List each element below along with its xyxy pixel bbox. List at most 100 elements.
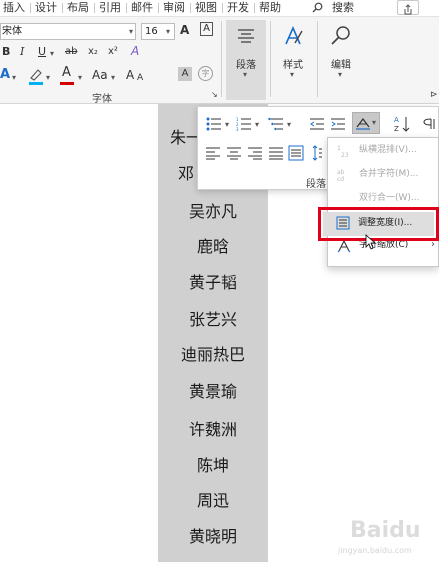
group-divider [317, 21, 318, 97]
highlight-pen-icon[interactable] [28, 67, 44, 85]
chevron-down-icon[interactable]: ▾ [287, 120, 291, 129]
mouse-cursor-icon [365, 234, 375, 250]
editing-button[interactable]: 编辑 ▾ [321, 20, 361, 100]
menu-item-fit-text[interactable]: 调整宽度(I)... [323, 212, 434, 236]
search-icon [312, 2, 323, 13]
watermark-url: jingyan.baidu.com [338, 546, 412, 555]
chevron-down-icon: ▾ [372, 118, 377, 127]
menu-item-label: 合并字符(M)... [359, 169, 419, 179]
watermark-logo-text: Baidu [350, 518, 421, 543]
svg-text:23: 23 [341, 152, 349, 158]
font-color-icon[interactable]: A [62, 66, 71, 80]
chevron-down-icon[interactable]: ▾ [255, 120, 259, 129]
chevron-down-icon[interactable]: ▾ [129, 27, 133, 36]
chevron-down-icon[interactable]: ▾ [225, 120, 229, 129]
sort-icon[interactable]: A Z [394, 115, 410, 133]
char-border-icon[interactable]: A [200, 22, 213, 36]
styles-button[interactable]: 样式 ▾ [273, 20, 313, 100]
multilevel-list-icon[interactable] [268, 117, 284, 131]
list-item: 许魏洲 [188, 420, 237, 439]
strikethrough-icon[interactable]: ab [65, 45, 77, 59]
show-marks-icon[interactable] [422, 117, 438, 131]
vertical-in-horizontal-icon: 1 23 [337, 145, 349, 158]
watermark: Baidu jingyan.baidu.com [328, 516, 432, 556]
distributed-icon[interactable] [288, 145, 304, 161]
ribbon-tab-bar: 插入 设计 布局 引用 邮件 审阅 视图 开发 帮助 搜索 [0, 0, 439, 17]
fit-text-icon [336, 216, 350, 230]
decrease-indent-icon[interactable] [310, 117, 324, 131]
svg-text:1: 1 [337, 145, 341, 152]
tab-separator [30, 3, 31, 13]
styles-icon [285, 26, 303, 45]
tab-help[interactable]: 帮助 [259, 0, 281, 16]
paragraph-button[interactable]: 段落 ▾ [226, 20, 266, 100]
chevron-down-icon[interactable]: ▾ [166, 27, 170, 36]
tab-separator [158, 3, 159, 13]
tab-view[interactable]: 视图 [195, 0, 217, 16]
menu-item-label: 调整宽度(I)... [358, 218, 413, 228]
search-box[interactable]: 搜索 [312, 0, 354, 16]
clear-format-icon[interactable]: A [131, 44, 139, 58]
group-divider [270, 21, 271, 97]
tab-mailings[interactable]: 邮件 [131, 0, 153, 16]
underline-icon[interactable]: U [38, 45, 46, 59]
shrink-font-icon[interactable]: A [137, 71, 143, 85]
chevron-down-icon[interactable]: ▾ [50, 49, 54, 58]
tab-separator [126, 3, 127, 13]
tab-design[interactable]: 设计 [35, 0, 57, 16]
grow-font-icon[interactable]: A [126, 68, 134, 82]
group-divider [221, 21, 222, 97]
list-item: 周迅 [196, 491, 229, 510]
tab-separator [62, 3, 63, 13]
subscript-icon[interactable]: x₂ [88, 45, 98, 59]
chevron-down-icon: ▾ [338, 70, 343, 79]
line-spacing-icon[interactable] [312, 145, 322, 161]
grow-font-icon[interactable]: A [180, 23, 189, 37]
font-group-label: 字体 [92, 94, 112, 105]
tab-developer[interactable]: 开发 [227, 0, 249, 16]
change-case-icon[interactable]: Aa [92, 68, 108, 82]
align-center-icon[interactable] [227, 147, 241, 160]
bullets-icon[interactable] [206, 117, 222, 131]
text-effects-icon[interactable]: A [0, 68, 10, 82]
justify-icon[interactable] [269, 147, 283, 160]
chevron-down-icon[interactable]: ▾ [78, 73, 82, 82]
highlight-box: 调整宽度(I)... [318, 207, 439, 241]
numbering-icon[interactable]: 1 2 3 [236, 117, 252, 131]
align-right-icon[interactable] [248, 147, 262, 160]
search-label: 搜索 [332, 1, 354, 14]
tab-separator [222, 3, 223, 13]
superscript-icon[interactable]: x² [108, 45, 118, 59]
share-icon [404, 4, 412, 15]
combine-characters-icon: ab cd [337, 169, 345, 182]
tab-insert[interactable]: 插入 [3, 0, 25, 16]
chevron-down-icon[interactable]: ▾ [46, 73, 50, 82]
styles-label: 样式 [283, 60, 303, 71]
list-item: 陈坤 [196, 456, 229, 475]
tab-references[interactable]: 引用 [99, 0, 121, 16]
asian-layout-menu: 1 23 纵横混排(V)... ab cd 合并字符(M)... 双行合一(W)… [327, 137, 439, 267]
tab-review[interactable]: 审阅 [163, 0, 185, 16]
share-button[interactable] [397, 0, 419, 15]
menu-item-label: 双行合一(W)... [359, 193, 420, 203]
svg-text:cd: cd [337, 176, 344, 182]
asian-layout-button[interactable]: ▾ [352, 112, 380, 134]
menu-item-combine-characters[interactable]: ab cd 合并字符(M)... [328, 164, 439, 186]
tab-layout[interactable]: 布局 [67, 0, 89, 16]
align-left-icon[interactable] [206, 147, 220, 160]
search-icon [331, 26, 350, 45]
increase-indent-icon[interactable] [331, 117, 345, 131]
font-name-box[interactable]: 宋体 [0, 23, 136, 40]
char-shading-icon[interactable]: A [178, 67, 192, 81]
enclose-char-icon[interactable]: 字 [198, 66, 213, 81]
chevron-down-icon[interactable]: ▾ [12, 73, 16, 82]
menu-item-vertical-in-horizontal[interactable]: 1 23 纵横混排(V)... [328, 140, 439, 162]
bold-icon[interactable]: B [2, 45, 10, 59]
list-item: 黄子韬 [188, 273, 237, 292]
collapse-ribbon-icon[interactable]: ⊳ [430, 90, 438, 100]
paragraph-icon [238, 29, 254, 43]
chevron-down-icon[interactable]: ▾ [111, 73, 115, 82]
svg-text:ab: ab [337, 169, 345, 176]
chevron-down-icon: ▾ [290, 70, 295, 79]
italic-icon[interactable]: I [20, 45, 24, 59]
